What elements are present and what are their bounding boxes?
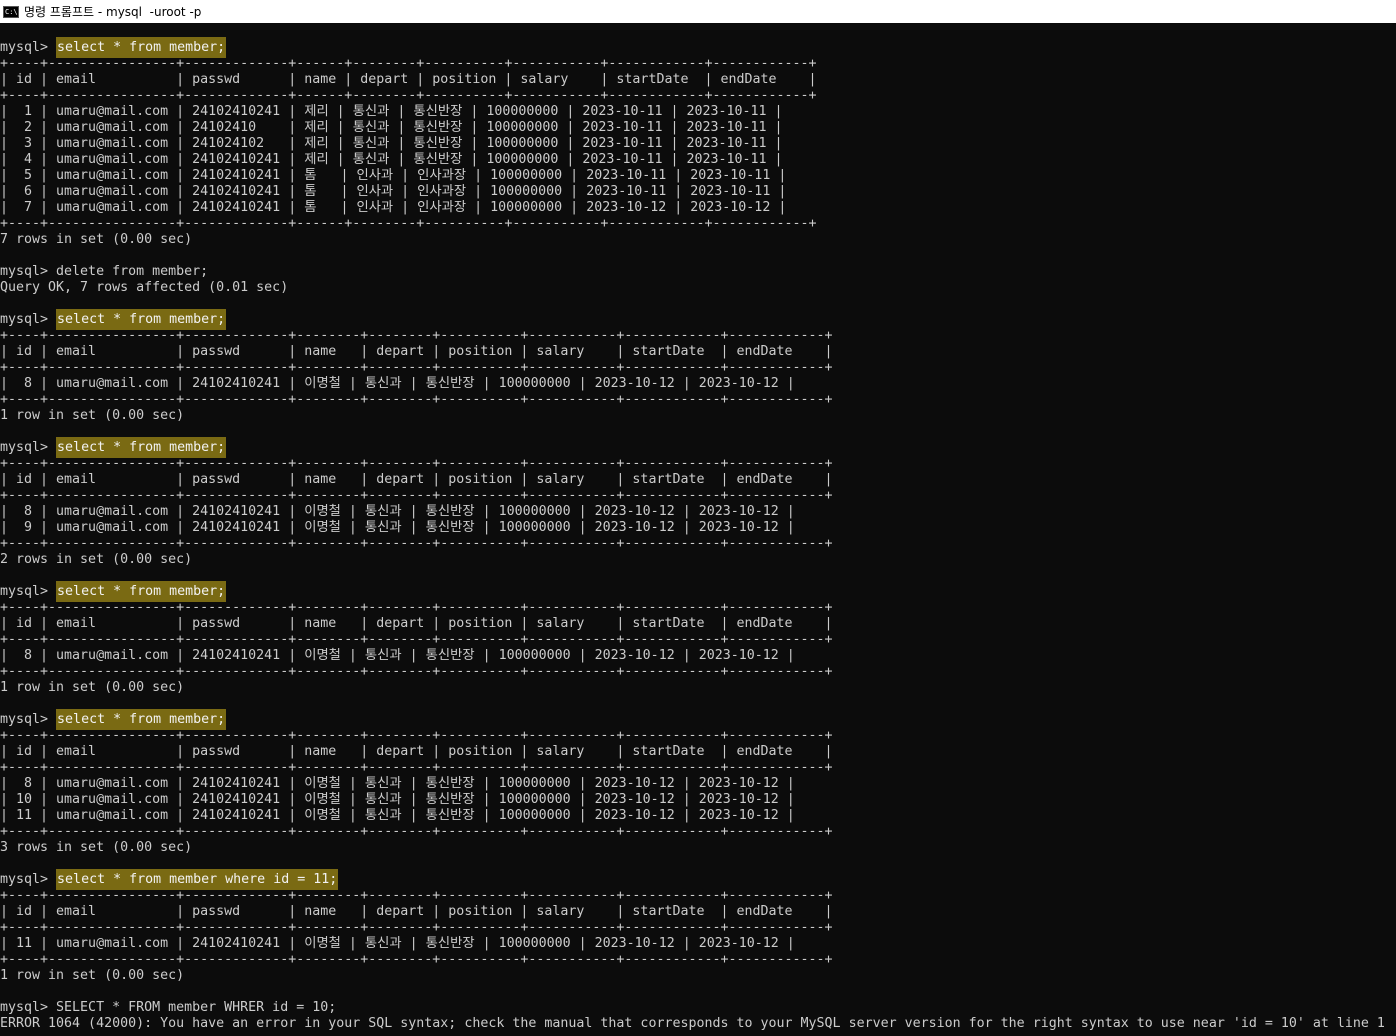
mysql-prompt: mysql> — [0, 584, 57, 599]
console-line: 1 row in set (0.00 sec) — [0, 680, 185, 695]
console-line: | 8 | umaru@mail.com | 24102410241 | 이명철… — [0, 376, 795, 391]
command-line: mysql> select * from member where id = 1… — [0, 869, 339, 890]
command-line: mysql> select * from member; — [0, 581, 227, 602]
console-line: 3 rows in set (0.00 sec) — [0, 840, 193, 855]
console-line: | 11 | umaru@mail.com | 24102410241 | 이명… — [0, 936, 795, 951]
console-line: | id | email | passwd | name | depart | … — [0, 344, 833, 359]
mysql-prompt: mysql> — [0, 872, 57, 887]
console-line: +----+----------------+-------------+---… — [0, 56, 817, 71]
console-line: | 11 | umaru@mail.com | 24102410241 | 이명… — [0, 808, 795, 823]
console-line: +----+----------------+-------------+---… — [0, 536, 833, 551]
console-line: +----+----------------+-------------+---… — [0, 488, 833, 503]
console-line: | id | email | passwd | name | depart | … — [0, 744, 833, 759]
console-line: +----+----------------+-------------+---… — [0, 216, 817, 231]
console-output[interactable]: mysql> select * from member; +----+------… — [0, 23, 1396, 1036]
cmd-icon: C:\ — [3, 5, 19, 18]
console-line: +----+----------------+-------------+---… — [0, 952, 833, 967]
command-line: mysql> select * from member; — [0, 309, 227, 330]
console-line: | 3 | umaru@mail.com | 241024102 | 제리 | … — [0, 136, 783, 151]
console-line: +----+----------------+-------------+---… — [0, 664, 833, 679]
console-line: mysql> delete from member; — [0, 264, 209, 279]
console-line: 7 rows in set (0.00 sec) — [0, 232, 193, 247]
console-line: +----+----------------+-------------+---… — [0, 920, 833, 935]
console-line: 2 rows in set (0.00 sec) — [0, 552, 193, 567]
console-line: | 7 | umaru@mail.com | 24102410241 | 톰 |… — [0, 200, 787, 215]
console-line: +----+----------------+-------------+---… — [0, 600, 833, 615]
console-line: ERROR 1064 (42000): You have an error in… — [0, 1016, 1385, 1031]
console-line: 1 row in set (0.00 sec) — [0, 408, 185, 423]
console-line: | id | email | passwd | name | depart | … — [0, 904, 833, 919]
console-line: | 1 | umaru@mail.com | 24102410241 | 제리 … — [0, 104, 783, 119]
console-line: +----+----------------+-------------+---… — [0, 88, 817, 103]
mysql-prompt: mysql> — [0, 440, 57, 455]
console-line: +----+----------------+-------------+---… — [0, 824, 833, 839]
console-line: | id | email | passwd | name | depart | … — [0, 472, 833, 487]
console-line: | 8 | umaru@mail.com | 24102410241 | 이명철… — [0, 776, 795, 791]
command-line: mysql> select * from member; — [0, 709, 227, 730]
command-line: mysql> select * from member; — [0, 437, 227, 458]
highlighted-query: select * from member; — [56, 37, 227, 58]
console-line: +----+----------------+-------------+---… — [0, 456, 833, 471]
cmd-window: C:\ 명령 프롬프트 - mysql -uroot -p mysql> sel… — [0, 0, 1396, 1036]
console-line: | 2 | umaru@mail.com | 24102410 | 제리 | 통… — [0, 120, 783, 135]
console-line: | 4 | umaru@mail.com | 24102410241 | 제리 … — [0, 152, 783, 167]
console-line: +----+----------------+-------------+---… — [0, 360, 833, 375]
console-line: | 8 | umaru@mail.com | 24102410241 | 이명철… — [0, 504, 795, 519]
highlighted-query: select * from member; — [56, 437, 227, 458]
console-line: | 5 | umaru@mail.com | 24102410241 | 톰 |… — [0, 168, 787, 183]
console-line: | 8 | umaru@mail.com | 24102410241 | 이명철… — [0, 648, 795, 663]
console-line: 1 row in set (0.00 sec) — [0, 968, 185, 983]
console-line: +----+----------------+-------------+---… — [0, 632, 833, 647]
console-line: | id | email | passwd | name | depart | … — [0, 72, 817, 87]
console-line: +----+----------------+-------------+---… — [0, 888, 833, 903]
console-line: | 10 | umaru@mail.com | 24102410241 | 이명… — [0, 792, 795, 807]
highlighted-query: select * from member; — [56, 581, 227, 602]
highlighted-query: select * from member; — [56, 709, 227, 730]
title-bar[interactable]: C:\ 명령 프롬프트 - mysql -uroot -p — [0, 0, 1396, 23]
mysql-prompt: mysql> — [0, 40, 57, 55]
command-line: mysql> select * from member; — [0, 37, 227, 58]
console-line: +----+----------------+-------------+---… — [0, 328, 833, 343]
console-line: | id | email | passwd | name | depart | … — [0, 616, 833, 631]
mysql-prompt: mysql> — [0, 312, 57, 327]
console-line: +----+----------------+-------------+---… — [0, 728, 833, 743]
console-line: +----+----------------+-------------+---… — [0, 392, 833, 407]
mysql-prompt: mysql> — [0, 712, 57, 727]
window-title: 명령 프롬프트 - mysql -uroot -p — [24, 5, 202, 19]
console-line: mysql> SELECT * FROM member WHRER id = 1… — [0, 1000, 337, 1015]
console-line: Query OK, 7 rows affected (0.01 sec) — [0, 280, 289, 295]
console-line: | 9 | umaru@mail.com | 24102410241 | 이명철… — [0, 520, 795, 535]
highlighted-query: select * from member; — [56, 309, 227, 330]
console-line: +----+----------------+-------------+---… — [0, 760, 833, 775]
highlighted-query: select * from member where id = 11; — [56, 869, 339, 890]
console-line: | 6 | umaru@mail.com | 24102410241 | 톰 |… — [0, 184, 787, 199]
